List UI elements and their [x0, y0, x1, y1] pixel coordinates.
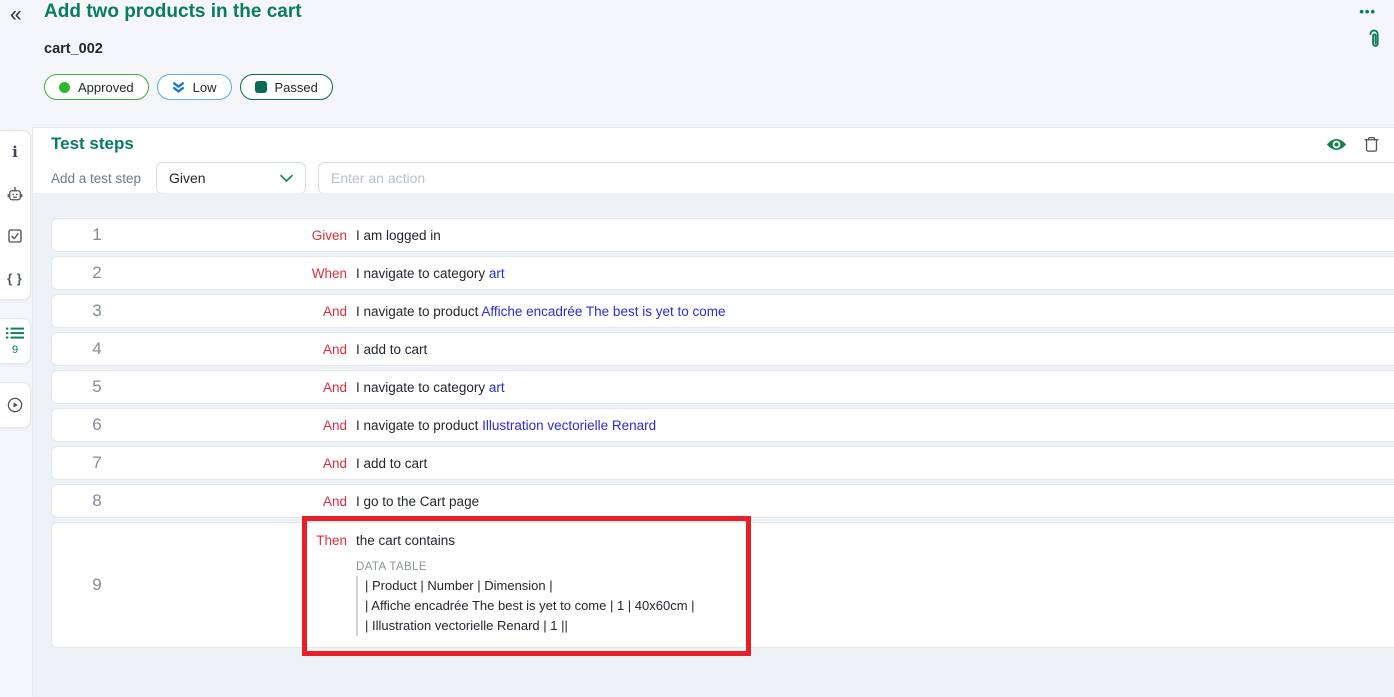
step-keyword: Then — [142, 523, 347, 647]
step-main-line: I add to cart — [356, 456, 427, 471]
step-number: 2 — [52, 257, 142, 289]
page-title: Add two products in the cart — [44, 1, 302, 23]
sidebar-group-details: i { } — [0, 130, 31, 300]
test-step-row[interactable]: 1Given I am logged in — [51, 218, 1394, 252]
run-icon[interactable] — [0, 384, 30, 426]
add-step-label: Add a test step — [51, 171, 156, 186]
square-icon — [255, 81, 267, 93]
trash-icon[interactable] — [1359, 133, 1384, 155]
step-text: I add to cart — [347, 447, 1394, 479]
test-steps-panel: Test steps Add a test step Given — [32, 127, 1394, 697]
braces-icon[interactable]: { } — [0, 257, 30, 299]
double-chevron-down-icon — [172, 81, 185, 94]
steps-list-icon[interactable] — [0, 319, 30, 347]
paperclip-icon[interactable] — [1363, 26, 1385, 55]
eye-icon[interactable] — [1322, 135, 1351, 154]
step-link[interactable]: Illustration vectorielle Renard — [482, 418, 656, 433]
test-step-row[interactable]: 3And I navigate to product Affiche encadr… — [51, 294, 1394, 328]
test-step-row[interactable]: 4And I add to cart — [51, 332, 1394, 366]
step-keyword: And — [142, 371, 347, 403]
dot-icon — [59, 82, 70, 93]
priority-badge-label: Low — [193, 80, 217, 95]
more-options-icon[interactable]: ••• — [1353, 3, 1382, 20]
step-text: I go to the Cart page — [347, 485, 1394, 517]
result-badge-label: Passed — [275, 80, 318, 95]
test-step-row[interactable]: 6And I navigate to product Illustration v… — [51, 408, 1394, 442]
data-table-line: | Product | Number | Dimension | — [365, 576, 1394, 596]
step-text: I am logged in — [347, 219, 1394, 251]
sidebar-group-steps: 9 — [0, 318, 31, 364]
step-text: I navigate to category art — [347, 371, 1394, 403]
test-step-row[interactable]: 8And I go to the Cart page — [51, 484, 1394, 518]
test-steps-header: Test steps — [33, 128, 1394, 160]
step-link[interactable]: Affiche encadrée The best is yet to come — [481, 304, 725, 319]
step-keyword: Given — [142, 219, 347, 251]
test-step-row[interactable]: 5And I navigate to category art — [51, 370, 1394, 404]
step-main-line: I go to the Cart page — [356, 494, 479, 509]
step-number: 3 — [52, 295, 142, 327]
step-text: I navigate to product Illustration vecto… — [347, 409, 1394, 441]
step-number: 1 — [52, 219, 142, 251]
step-text: the cart contains DATA TABLE | Product | N… — [347, 523, 1394, 647]
step-number: 5 — [52, 371, 142, 403]
checkbox-icon[interactable] — [0, 215, 30, 257]
test-step-row[interactable]: 7And I add to cart — [51, 446, 1394, 480]
step-text: I navigate to product Affiche encadrée T… — [347, 295, 1394, 327]
action-input[interactable] — [318, 162, 1394, 194]
test-id: cart_002 — [44, 41, 103, 57]
test-step-row[interactable]: 9Then the cart contains DATA TABLE | Produc… — [51, 522, 1394, 648]
collapse-panel-button[interactable]: « — [8, 2, 24, 27]
data-table-label: DATA TABLE — [356, 561, 1394, 573]
data-table-line: | Affiche encadrée The best is yet to co… — [365, 596, 1394, 616]
data-table-line: | Illustration vectorielle Renard | 1 || — [365, 616, 1394, 636]
chevron-down-icon — [280, 174, 293, 183]
step-main-line: I am logged in — [356, 228, 441, 243]
badges: Approved Low Passed — [44, 74, 333, 100]
test-steps-title: Test steps — [51, 134, 1322, 154]
data-table-lines: | Product | Number | Dimension || Affich… — [356, 576, 1394, 636]
steps-count-badge: 9 — [12, 344, 18, 356]
step-keyword: And — [142, 333, 347, 365]
sidebar-group-run — [0, 382, 31, 428]
step-link[interactable]: art — [489, 266, 505, 281]
step-main-line: the cart contains — [356, 533, 455, 548]
step-main-line: I add to cart — [356, 342, 427, 357]
step-keyword: And — [142, 485, 347, 517]
step-text: I navigate to category art — [347, 257, 1394, 289]
step-number: 4 — [52, 333, 142, 365]
step-keyword-select[interactable]: Given — [156, 162, 306, 194]
step-keyword: And — [142, 447, 347, 479]
step-number: 9 — [52, 523, 142, 647]
test-step-row[interactable]: 2When I navigate to category art — [51, 256, 1394, 290]
step-keyword: And — [142, 295, 347, 327]
step-number: 6 — [52, 409, 142, 441]
result-badge[interactable]: Passed — [240, 74, 333, 100]
status-badge-label: Approved — [78, 80, 134, 95]
info-icon[interactable]: i — [0, 131, 30, 173]
step-main-line: I navigate to category art — [356, 380, 505, 395]
step-number: 7 — [52, 447, 142, 479]
step-link[interactable]: art — [489, 380, 505, 395]
step-keyword: When — [142, 257, 347, 289]
data-table: DATA TABLE | Product | Number | Dimension… — [356, 561, 1394, 636]
step-number: 8 — [52, 485, 142, 517]
step-main-line: I navigate to product Affiche encadrée T… — [356, 304, 725, 319]
step-keyword-selected: Given — [169, 170, 206, 186]
priority-badge[interactable]: Low — [157, 74, 232, 100]
status-badge[interactable]: Approved — [44, 74, 149, 100]
add-step-row: Add a test step Given — [51, 161, 1394, 195]
robot-icon[interactable] — [0, 173, 30, 215]
steps-list: 1Given I am logged in 2When I navigate to c… — [33, 193, 1394, 697]
step-text: I add to cart — [347, 333, 1394, 365]
step-main-line: I navigate to product Illustration vecto… — [356, 418, 656, 433]
step-keyword: And — [142, 409, 347, 441]
step-main-line: I navigate to category art — [356, 266, 505, 281]
